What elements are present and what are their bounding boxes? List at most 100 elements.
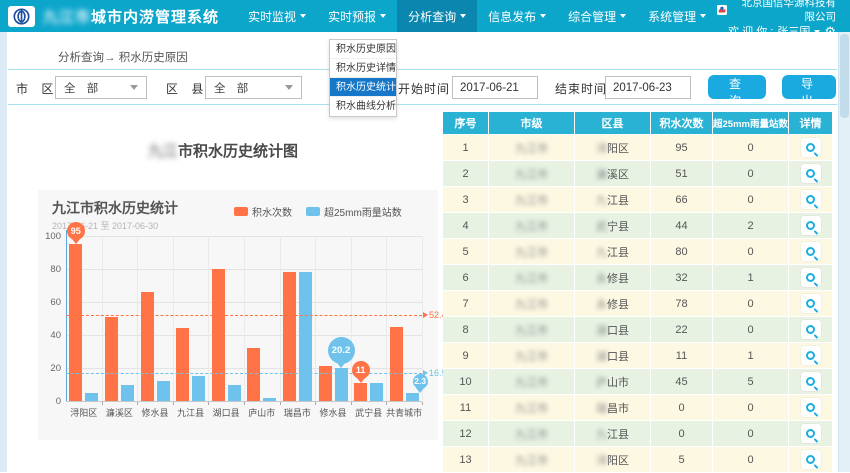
bar-flood-9[interactable] [390, 327, 403, 401]
cell-index: 5 [443, 239, 489, 265]
query-button[interactable]: 查 询 [708, 75, 766, 99]
legend-item-1[interactable]: 超25mm雨量站数 [306, 204, 402, 219]
detail-button[interactable] [801, 320, 821, 339]
bar-flood-8[interactable] [354, 383, 367, 401]
bar-station-4[interactable] [228, 385, 241, 402]
bar-flood-5[interactable] [247, 348, 260, 401]
cell-city: 九江市 [489, 421, 575, 447]
user-menu-caret-icon[interactable] [814, 30, 820, 34]
detail-button[interactable] [801, 450, 821, 469]
left-edge-strip [0, 32, 7, 472]
nav-item-3[interactable]: 信息发布 [477, 0, 557, 32]
menu-item-0[interactable]: 积水历史原因 [330, 40, 396, 59]
nav-item-label: 分析查询 [408, 8, 456, 25]
bar-station-1[interactable] [121, 385, 134, 402]
bar-flood-7[interactable] [319, 366, 332, 401]
cell-flood-count: 5 [651, 447, 713, 473]
nav-caret-icon [460, 14, 466, 18]
cell-station-count: 0 [713, 421, 789, 447]
scrollbar-thumb[interactable] [840, 34, 849, 118]
cell-detail [789, 265, 833, 291]
legend-label: 超25mm雨量站数 [324, 204, 402, 219]
bar-station-3[interactable] [192, 376, 205, 401]
nav-item-2[interactable]: 分析查询 [397, 0, 477, 32]
avg-line-0 [66, 315, 422, 316]
bar-station-2[interactable] [157, 381, 170, 401]
start-date-input[interactable] [452, 76, 538, 99]
menu-item-1[interactable]: 积水历史详情 [330, 59, 396, 78]
city-name-blurred: 九江市 [515, 400, 548, 416]
cell-station-count: 1 [713, 265, 789, 291]
welcome-row: 欢 迎 你 : 张三国 ⚙ [717, 25, 836, 39]
bar-flood-4[interactable] [212, 269, 225, 401]
menu-item-3[interactable]: 积水曲线分析 [330, 97, 396, 116]
welcome-label: 欢 迎 你 : [728, 25, 773, 39]
county-suffix: 溪区 [607, 166, 629, 182]
cell-county: 九江县 [575, 239, 651, 265]
vertical-scrollbar[interactable] [838, 32, 850, 472]
bar-station-0[interactable] [85, 393, 98, 401]
county-prefix-blurred: 九 [596, 244, 607, 260]
bar-flood-6[interactable] [283, 272, 296, 401]
county-prefix-blurred: 九 [596, 426, 607, 442]
user-name[interactable]: 张三国 [777, 25, 810, 39]
bar-station-8[interactable] [370, 383, 383, 401]
settings-gear-icon[interactable]: ⚙ [824, 26, 836, 38]
v-gridline [351, 236, 352, 401]
nav-item-label: 信息发布 [488, 8, 536, 25]
detail-button[interactable] [801, 268, 821, 287]
table-row: 1九江市浔阳区950 [443, 135, 835, 161]
markpoint-2: 11 [352, 361, 370, 379]
detail-button[interactable] [801, 190, 821, 209]
county-suffix: 江县 [607, 244, 629, 260]
detail-button[interactable] [801, 346, 821, 365]
city-select[interactable]: 全 部 [55, 76, 147, 99]
cell-county: 永修县 [575, 265, 651, 291]
detail-button[interactable] [801, 424, 821, 443]
v-gridline [208, 236, 209, 401]
menu-item-2[interactable]: 积水历史统计 [330, 78, 396, 97]
detail-button[interactable] [801, 294, 821, 313]
county-prefix-blurred: 九 [596, 192, 607, 208]
export-button[interactable]: 导 出 [782, 75, 836, 99]
nav-item-4[interactable]: 综合管理 [557, 0, 637, 32]
cell-flood-count: 51 [651, 161, 713, 187]
cell-city: 九江市 [489, 395, 575, 421]
detail-button[interactable] [801, 216, 821, 235]
bar-station-6[interactable] [299, 272, 312, 401]
nav-caret-icon [540, 14, 546, 18]
detail-button[interactable] [801, 138, 821, 157]
detail-button[interactable] [801, 164, 821, 183]
county-prefix-blurred: 庐 [596, 374, 607, 390]
bar-flood-1[interactable] [105, 317, 118, 401]
nav-item-1[interactable]: 实时预报 [317, 0, 397, 32]
county-suffix: 阳区 [607, 452, 629, 468]
county-prefix-blurred: 永 [596, 296, 607, 312]
bar-flood-3[interactable] [176, 328, 189, 401]
bar-station-9[interactable] [406, 393, 419, 401]
cell-county: 瑞昌市 [575, 395, 651, 421]
cell-station-count: 0 [713, 317, 789, 343]
county-suffix: 修县 [607, 270, 629, 286]
bar-flood-2[interactable] [141, 292, 154, 401]
county-suffix: 江县 [607, 192, 629, 208]
cell-station-count: 0 [713, 187, 789, 213]
markpoint-value: 20.2 [332, 345, 351, 356]
legend-item-0[interactable]: 积水次数 [234, 204, 292, 219]
bar-flood-0[interactable] [69, 244, 82, 401]
cell-flood-count: 45 [651, 369, 713, 395]
end-date-input[interactable] [605, 76, 691, 99]
bar-station-5[interactable] [263, 398, 276, 401]
cell-detail [789, 447, 833, 473]
detail-button[interactable] [801, 372, 821, 391]
cell-county: 湖口县 [575, 317, 651, 343]
select-caret-icon [130, 85, 138, 90]
county-suffix: 昌市 [607, 400, 629, 416]
nav-item-5[interactable]: 系统管理 [637, 0, 717, 32]
cell-city: 九江市 [489, 447, 575, 473]
detail-button[interactable] [801, 242, 821, 261]
detail-button[interactable] [801, 398, 821, 417]
nav-item-0[interactable]: 实时监视 [237, 0, 317, 32]
county-suffix: 修县 [607, 296, 629, 312]
county-select[interactable]: 全 部 [205, 76, 302, 99]
